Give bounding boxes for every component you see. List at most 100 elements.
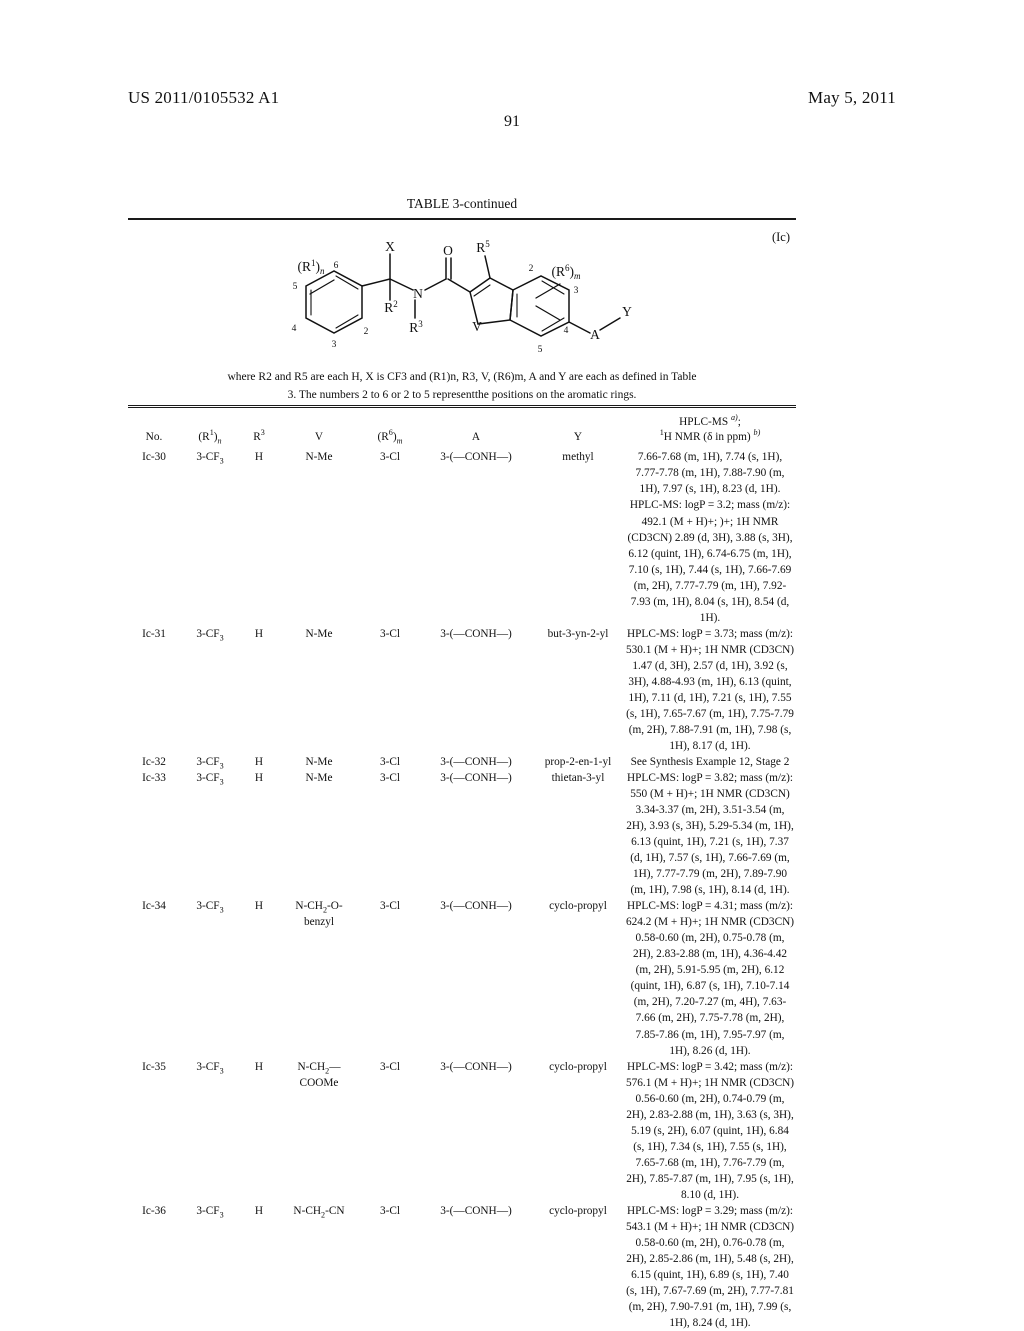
ring-position-3: 3 (332, 340, 337, 350)
cell-analytics: HPLC-MS: logP = 3.82; mass (m/z): 550 (M… (626, 772, 794, 897)
cell-analytics: 7.66-7.68 (m, 1H), 7.74 (s, 1H), 7.77-7.… (627, 451, 793, 624)
publication-date: May 5, 2011 (808, 88, 896, 107)
cell-a: 3-(—CONH—) (440, 1060, 512, 1073)
cell-r6: 3-Cl (379, 772, 401, 784)
cell-no: Ic-30 (142, 451, 166, 464)
table-block: TABLE 3-continued (Ic) X O N V A Y R2 R3… (128, 196, 796, 1331)
structure-label-R3: R3 (409, 319, 423, 335)
structure-label-Y: Y (622, 304, 632, 319)
table-row: Ic-33 3-CF3 H N-Me 3-Cl 3-(—CONH—) thietan-3-y… (128, 770, 796, 898)
cell-r6: 3-Cl (379, 1060, 401, 1073)
cell-no: Ic-32 (142, 755, 166, 768)
cell-y: cyclo-propyl (549, 900, 607, 913)
structure-figure: (Ic) X O N V A Y R2 R3 R5 (R1)n (R6)m 6 … (128, 220, 796, 370)
publication-number: US 2011/0105532 A1 (128, 88, 280, 107)
cell-analytics: HPLC-MS: logP = 4.31; mass (m/z): 624.2 … (625, 900, 795, 1057)
ring-position-4: 4 (292, 324, 297, 334)
cell-r1: 3-CF3 (196, 451, 224, 466)
running-head: US 2011/0105532 A1 May 5, 2011 (128, 88, 896, 108)
cell-analytics: HPLC-MS: logP = 3.73; mass (m/z): 530.1 … (625, 627, 795, 752)
compound-table: No. (R1)n R3 V (R6)m A Y HPLC-MS a); 1H … (128, 408, 796, 1331)
cell-r3: H (254, 1204, 264, 1217)
structure-label-R5: R5 (476, 239, 490, 255)
structure-label-R2: R2 (384, 299, 398, 315)
table-row: Ic-36 3-CF3 H N-CH2-CN 3-Cl 3-(—CONH—) cyclo-p… (128, 1203, 796, 1331)
column-header-analytics: HPLC-MS a); 1H NMR (δ in ppm) b) (659, 413, 761, 443)
table-row: Ic-34 3-CF3 H N-CH2-O-benzyl 3-Cl 3-(—CONH—) c… (128, 898, 796, 1058)
cell-no: Ic-33 (142, 772, 166, 784)
cell-r6: 3-Cl (379, 1204, 401, 1217)
structure-label-N: N (413, 286, 423, 301)
cell-r3: H (254, 1060, 264, 1073)
cell-r3: H (254, 772, 264, 784)
cell-r1: 3-CF3 (196, 1204, 224, 1220)
cell-no: Ic-31 (142, 627, 166, 640)
structure-label-O: O (443, 243, 453, 258)
cell-r3: H (254, 451, 264, 464)
cell-no: Ic-34 (142, 900, 166, 913)
cell-analytics: HPLC-MS: logP = 3.29; mass (m/z): 543.1 … (625, 1204, 795, 1330)
cell-r3: H (254, 627, 264, 640)
cell-no: Ic-35 (142, 1060, 166, 1073)
table-row: Ic-32 3-CF3 H N-Me 3-Cl 3-(—CONH—) prop-2-en-1… (128, 754, 796, 770)
cell-v: N-Me (305, 755, 333, 768)
column-header-r3: R3 (253, 427, 265, 443)
cell-r3: H (254, 900, 264, 913)
column-header-r1: (R1)n (198, 427, 222, 445)
table-body: Ic-30 3-CF3 H N-Me 3-Cl 3-(—CONH—) methyl 7.66-… (128, 449, 796, 1331)
formula-tag: (Ic) (771, 230, 790, 244)
chemical-structure-diagram: X O N V A Y R2 R3 R5 (R1)n (R6)m 6 5 4 3… (292, 239, 633, 355)
structure-label-R6m: (R6)m (552, 263, 582, 281)
table-row: Ic-30 3-CF3 H N-Me 3-Cl 3-(—CONH—) methyl 7.66-… (128, 449, 796, 625)
cell-y: prop-2-en-1-yl (544, 755, 612, 768)
cell-r6: 3-Cl (379, 627, 401, 640)
structure-label-X: X (385, 239, 395, 254)
structure-label-R1n: (R1)n (298, 258, 326, 276)
bicycle-position-5: 5 (538, 345, 543, 355)
cell-a: 3-(—CONH—) (440, 627, 512, 640)
cell-r1: 3-CF3 (196, 772, 224, 787)
cell-r1: 3-CF3 (196, 755, 224, 771)
column-header-a: A (471, 430, 481, 443)
column-header-no: No. (145, 430, 163, 443)
cell-analytics: See Synthesis Example 12, Stage 2 (630, 755, 790, 768)
ring-position-6: 6 (334, 261, 339, 271)
cell-r3: H (254, 755, 264, 768)
cell-no: Ic-36 (142, 1204, 166, 1217)
cell-y: cyclo-propyl (549, 1204, 607, 1217)
column-header-r6: (R6)m (377, 427, 403, 445)
cell-v: N-Me (305, 451, 333, 464)
cell-y: methyl (562, 451, 594, 464)
cell-a: 3-(—CONH—) (440, 900, 512, 913)
cell-r6: 3-Cl (379, 451, 401, 464)
cell-r6: 3-Cl (379, 900, 401, 913)
cell-y: thietan-3-yl (551, 772, 605, 784)
table-row: Ic-31 3-CF3 H N-Me 3-Cl 3-(—CONH—) but-3-yn-2-… (128, 626, 796, 754)
cell-v: N-Me (305, 627, 333, 640)
cell-analytics: HPLC-MS: logP = 3.42; mass (m/z): 576.1 … (625, 1060, 795, 1201)
cell-v: N-CH2— COOMe (297, 1060, 341, 1089)
cell-v: N-Me (305, 772, 333, 784)
table-row: Ic-35 3-CF3 H N-CH2— COOMe 3-Cl 3-(—CONH—) cycl… (128, 1059, 796, 1203)
cell-a: 3-(—CONH—) (440, 755, 512, 768)
cell-a: 3-(—CONH—) (440, 772, 512, 784)
bicycle-position-3: 3 (574, 286, 579, 296)
figure-note-line-2: 3. The numbers 2 to 6 or 2 to 5 represen… (287, 388, 637, 401)
structure-label-A: A (590, 327, 600, 342)
cell-a: 3-(—CONH—) (440, 451, 512, 464)
bicycle-position-4: 4 (564, 326, 569, 336)
cell-a: 3-(—CONH—) (440, 1204, 512, 1217)
structure-label-V: V (472, 319, 482, 334)
cell-r1: 3-CF3 (196, 627, 224, 642)
cell-r6: 3-Cl (379, 755, 401, 768)
cell-r1: 3-CF3 (196, 1060, 224, 1075)
table-caption: TABLE 3-continued (406, 196, 518, 211)
column-header-y: Y (573, 430, 583, 443)
table-header-row: No. (R1)n R3 V (R6)m A Y HPLC-MS a); 1H … (128, 408, 796, 449)
page-number: 91 (504, 113, 520, 130)
ring-position-5: 5 (293, 282, 298, 292)
cell-v: N-CH2-O-benzyl (295, 900, 343, 929)
figure-note-line-1: where R2 and R5 are each H, X is CF3 and… (227, 371, 697, 383)
bicycle-position-2: 2 (529, 264, 534, 274)
ring-position-2: 2 (364, 327, 369, 337)
